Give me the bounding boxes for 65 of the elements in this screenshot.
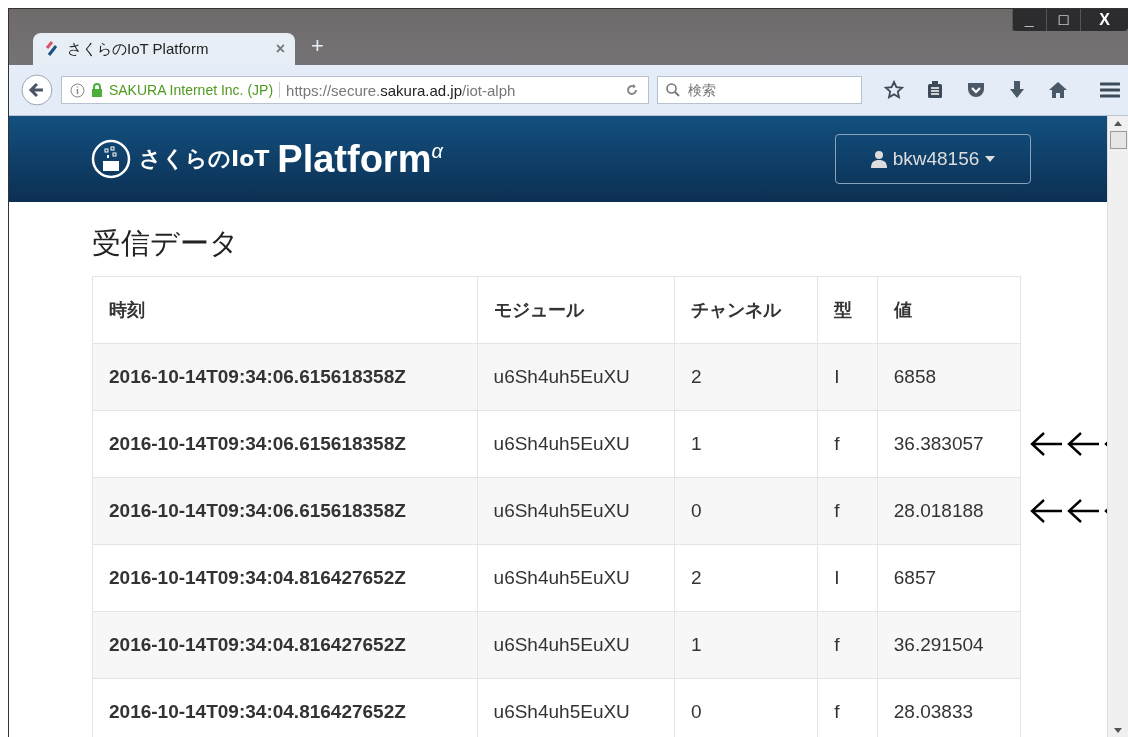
scroll-down-icon[interactable] (1114, 728, 1122, 733)
table-cell: u6Sh4uh5EuXU (477, 477, 675, 545)
column-header: 型 (817, 276, 878, 344)
column-header: 時刻 (92, 276, 478, 344)
table-cell: 2016-10-14T09:34:06.615618358Z (92, 410, 478, 478)
tab-title: さくらのIoT Platform (67, 39, 210, 59)
table-cell: I (817, 343, 878, 411)
table-cell: u6Sh4uh5EuXU (477, 544, 675, 612)
user-icon (870, 150, 887, 168)
brand-name: さくらのIoT (139, 145, 270, 173)
site-identity: SAKURA Internet Inc. (JP) (108, 82, 281, 98)
close-tab-button[interactable]: × (275, 40, 285, 58)
logo-icon (43, 41, 59, 57)
user-menu-button[interactable]: bkw48156 (835, 134, 1031, 184)
brand-title: Platform$^{α}$ (277, 137, 443, 181)
table-cell: 6858 (877, 343, 1021, 411)
caret-icon (985, 156, 996, 162)
window-control-button[interactable]: □ (1045, 9, 1081, 31)
table-cell: 2016-10-14T09:34:04.816427652Z (92, 678, 478, 737)
table-cell: 2016-10-14T09:34:06.615618358Z (92, 477, 478, 545)
column-header: モジュール (477, 276, 675, 344)
reading-list-icon[interactable] (926, 80, 944, 100)
table-cell: 28.018188 (877, 477, 1021, 545)
table-cell: 1 (674, 611, 818, 679)
table-cell: 2016-10-14T09:34:06.615618358Z (92, 343, 478, 411)
scroll-thumb[interactable] (1109, 131, 1127, 149)
table-cell: 36.383057 (877, 410, 1021, 478)
download-icon[interactable] (1008, 80, 1026, 100)
search-field[interactable]: 検索 (657, 76, 862, 104)
table-cell: f (817, 611, 878, 679)
menu-icon[interactable] (1100, 82, 1120, 98)
table-cell: 2016-10-14T09:34:04.816427652Z (92, 611, 478, 679)
column-header: 値 (877, 276, 1021, 344)
search-icon (665, 82, 681, 98)
back-button[interactable] (21, 74, 53, 106)
pocket-icon[interactable] (966, 81, 986, 99)
table-cell: 6857 (877, 544, 1021, 612)
logo-icon (91, 139, 131, 179)
star-icon[interactable] (884, 80, 904, 100)
url-text: https://secure.sakura.ad.jp/iot-alph (286, 81, 517, 99)
reload-icon[interactable] (624, 82, 640, 98)
lock-icon (90, 83, 103, 97)
table-cell: 36.291504 (877, 611, 1021, 679)
window-control-button[interactable]: _ (1011, 9, 1046, 31)
table-cell: u6Sh4uh5EuXU (477, 343, 675, 411)
table-cell: u6Sh4uh5EuXU (477, 611, 675, 679)
info-icon (69, 82, 85, 98)
window-control-button[interactable]: X (1080, 9, 1128, 31)
scrollbar[interactable] (1107, 116, 1128, 737)
scroll-up-icon[interactable] (1114, 121, 1122, 126)
browser-tab[interactable]: さくらのIoT Platform × (33, 33, 295, 65)
column-header: チャンネル (674, 276, 818, 344)
table-cell: 1 (674, 410, 818, 478)
table-cell: u6Sh4uh5EuXU (477, 410, 675, 478)
new-tab-button[interactable]: + (311, 33, 324, 59)
table-cell: 2 (674, 544, 818, 612)
page-title: 受信データ (92, 225, 240, 262)
table-cell: f (817, 410, 878, 478)
table-cell: 2016-10-14T09:34:04.816427652Z (92, 544, 478, 612)
table-cell: I (817, 544, 878, 612)
table-cell: 0 (674, 477, 818, 545)
home-icon[interactable] (1048, 81, 1068, 99)
table-cell: f (817, 477, 878, 545)
table-cell: 2 (674, 343, 818, 411)
address-bar[interactable]: SAKURA Internet Inc. (JP) https://secure.sakura.ad.jp/iot-alph (60, 76, 649, 104)
